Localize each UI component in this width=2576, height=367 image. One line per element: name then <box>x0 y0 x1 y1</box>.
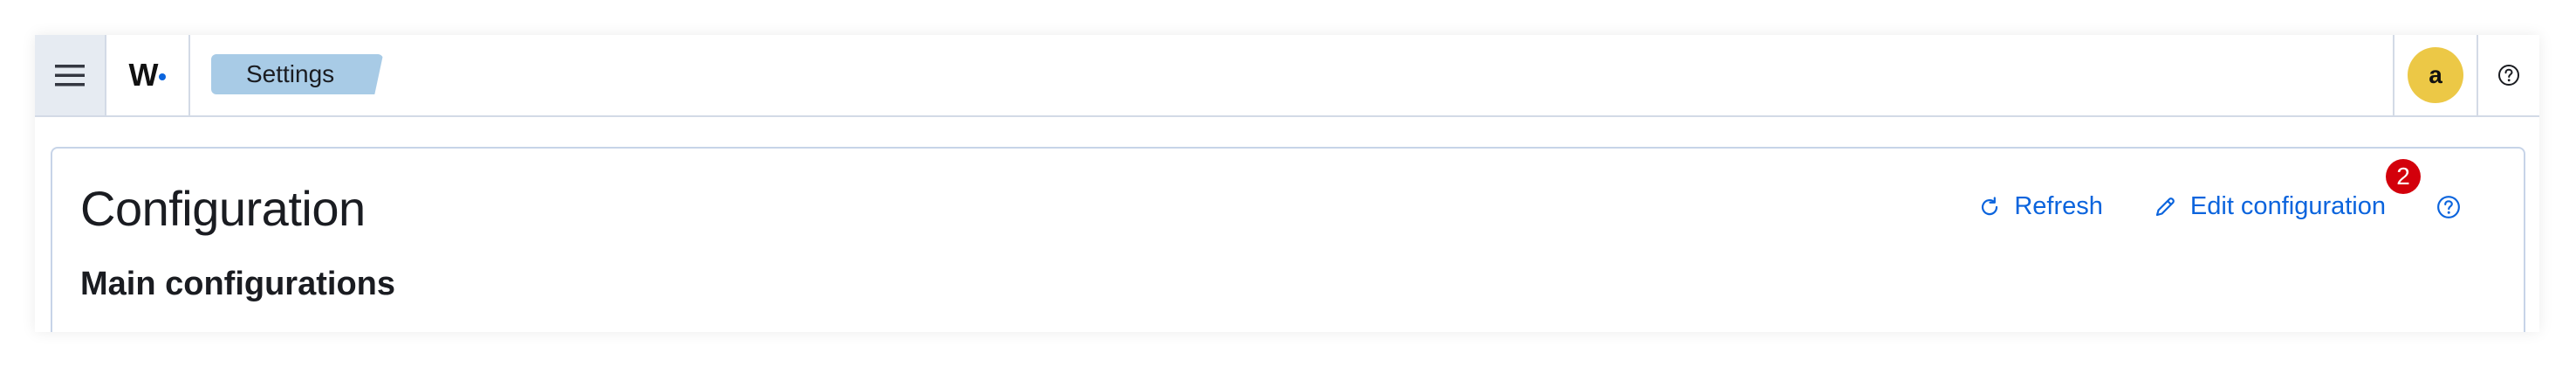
panel-actions: Refresh Edit configuration 2 <box>1977 159 2463 221</box>
app-window: W Settings a Configuration Main configur… <box>35 35 2539 332</box>
menu-toggle-button[interactable] <box>35 35 106 115</box>
header-help-button[interactable] <box>2478 35 2539 115</box>
question-circle-icon <box>2498 65 2519 86</box>
notification-badge: 2 <box>2386 159 2421 194</box>
breadcrumb-label: Settings <box>246 60 335 87</box>
logo[interactable]: W <box>106 35 190 115</box>
header-right-section: a <box>2393 35 2539 115</box>
page-title: Configuration <box>80 181 366 236</box>
avatar: a <box>2408 47 2463 103</box>
question-circle-icon <box>2437 195 2460 218</box>
refresh-label: Refresh <box>2014 192 2103 220</box>
refresh-button[interactable]: Refresh <box>1977 192 2103 221</box>
breadcrumb-settings[interactable]: Settings <box>211 54 384 94</box>
hamburger-icon <box>55 65 85 87</box>
edit-configuration-button[interactable]: Edit configuration 2 <box>2152 159 2421 221</box>
top-header: W Settings a <box>35 35 2539 117</box>
logo-dot <box>159 73 167 80</box>
section-title: Main configurations <box>80 266 395 302</box>
refresh-icon <box>1982 196 1998 215</box>
panel-help-button[interactable] <box>2435 193 2463 221</box>
pencil-icon <box>2155 197 2175 216</box>
edit-configuration-label: Edit configuration <box>2189 192 2386 220</box>
avatar-initial: a <box>2429 61 2442 88</box>
logo-text: W <box>128 57 159 93</box>
configuration-panel: Configuration Main configurations Refres… <box>51 147 2525 332</box>
user-menu-button[interactable]: a <box>2393 35 2478 115</box>
